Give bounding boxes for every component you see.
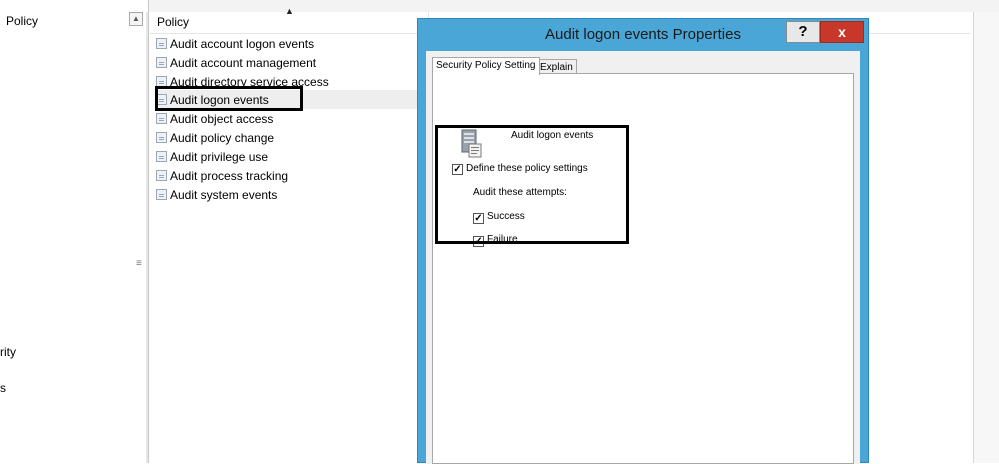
policy-icon <box>156 38 167 49</box>
list-item[interactable]: Audit policy change <box>156 128 274 147</box>
help-button[interactable]: ? <box>786 21 820 43</box>
right-scrollbar[interactable] <box>973 12 999 463</box>
annotation-box-selected-row <box>155 86 303 111</box>
list-item[interactable]: Audit account management <box>156 53 316 72</box>
list-item[interactable]: Audit privilege use <box>156 147 268 166</box>
dialog-body: Security Policy Setting Explain Audit lo… <box>426 51 860 464</box>
left-scrollbar-track[interactable] <box>146 12 148 463</box>
annotation-box-policy-settings <box>435 125 629 244</box>
scroll-up-icon[interactable]: ▲ <box>129 12 143 26</box>
list-item[interactable]: Audit system events <box>156 185 277 204</box>
close-button[interactable]: x <box>820 21 864 43</box>
list-item[interactable]: Audit object access <box>156 109 273 128</box>
tree-item-s[interactable]: s <box>0 381 6 395</box>
column-header-label: Policy <box>157 15 190 29</box>
left-tree-pane: Policy rity s <box>0 0 149 463</box>
scroll-grip-icon[interactable]: ≡ <box>136 258 142 269</box>
policy-icon <box>156 132 167 143</box>
list-item[interactable]: Audit account logon events <box>156 34 314 53</box>
policy-icon <box>156 189 167 200</box>
tree-item-security[interactable]: rity <box>0 345 16 359</box>
list-item[interactable]: Audit process tracking <box>156 166 288 185</box>
policy-icon <box>156 151 167 162</box>
policy-icon <box>156 170 167 181</box>
policy-icon <box>156 113 167 124</box>
sort-ascending-icon: ▲ <box>285 6 294 16</box>
policy-icon <box>156 57 167 68</box>
tree-item-policy[interactable]: Policy <box>6 14 38 28</box>
tab-security-policy-setting[interactable]: Security Policy Setting <box>432 57 540 75</box>
